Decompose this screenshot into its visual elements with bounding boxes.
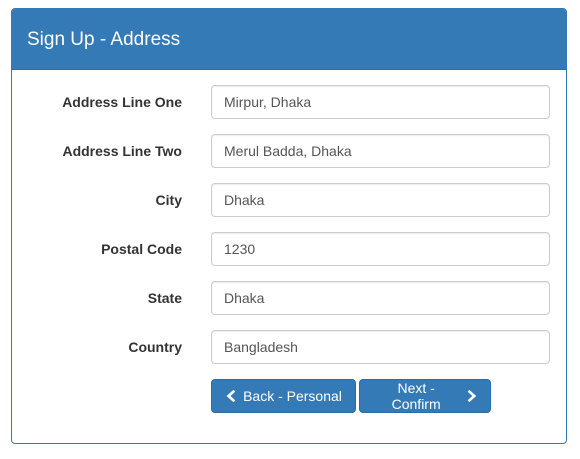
postal-code-label: Postal Code [101,241,182,257]
address-line-one-label: Address Line One [62,94,182,110]
chevron-right-icon [467,390,477,402]
signup-panel: Sign Up - Address Address Line One Addre… [11,8,567,444]
form-group-state: State [12,281,566,315]
form-group-country: Country [12,330,566,364]
panel-title: Sign Up - Address [12,9,566,70]
address-line-two-input[interactable] [211,134,550,168]
country-label: Country [128,339,182,355]
back-button-label: Back - Personal [243,388,342,404]
next-confirm-button[interactable]: Next - Confirm [359,379,491,413]
postal-code-input[interactable] [211,232,550,266]
address-line-one-input[interactable] [211,85,550,119]
city-input[interactable] [211,183,550,217]
city-label: City [155,192,182,208]
form-group-city: City [12,183,566,217]
state-input[interactable] [211,281,550,315]
form-group-postal-code: Postal Code [12,232,566,266]
address-line-two-label: Address Line Two [62,143,182,159]
back-personal-button[interactable]: Back - Personal [211,379,356,413]
country-input[interactable] [211,330,550,364]
form-group-address-line-one: Address Line One [12,85,566,119]
next-button-label: Next - Confirm [391,380,441,412]
state-label: State [147,290,182,306]
chevron-left-icon [226,390,236,402]
form-group-address-line-two: Address Line Two [12,134,566,168]
